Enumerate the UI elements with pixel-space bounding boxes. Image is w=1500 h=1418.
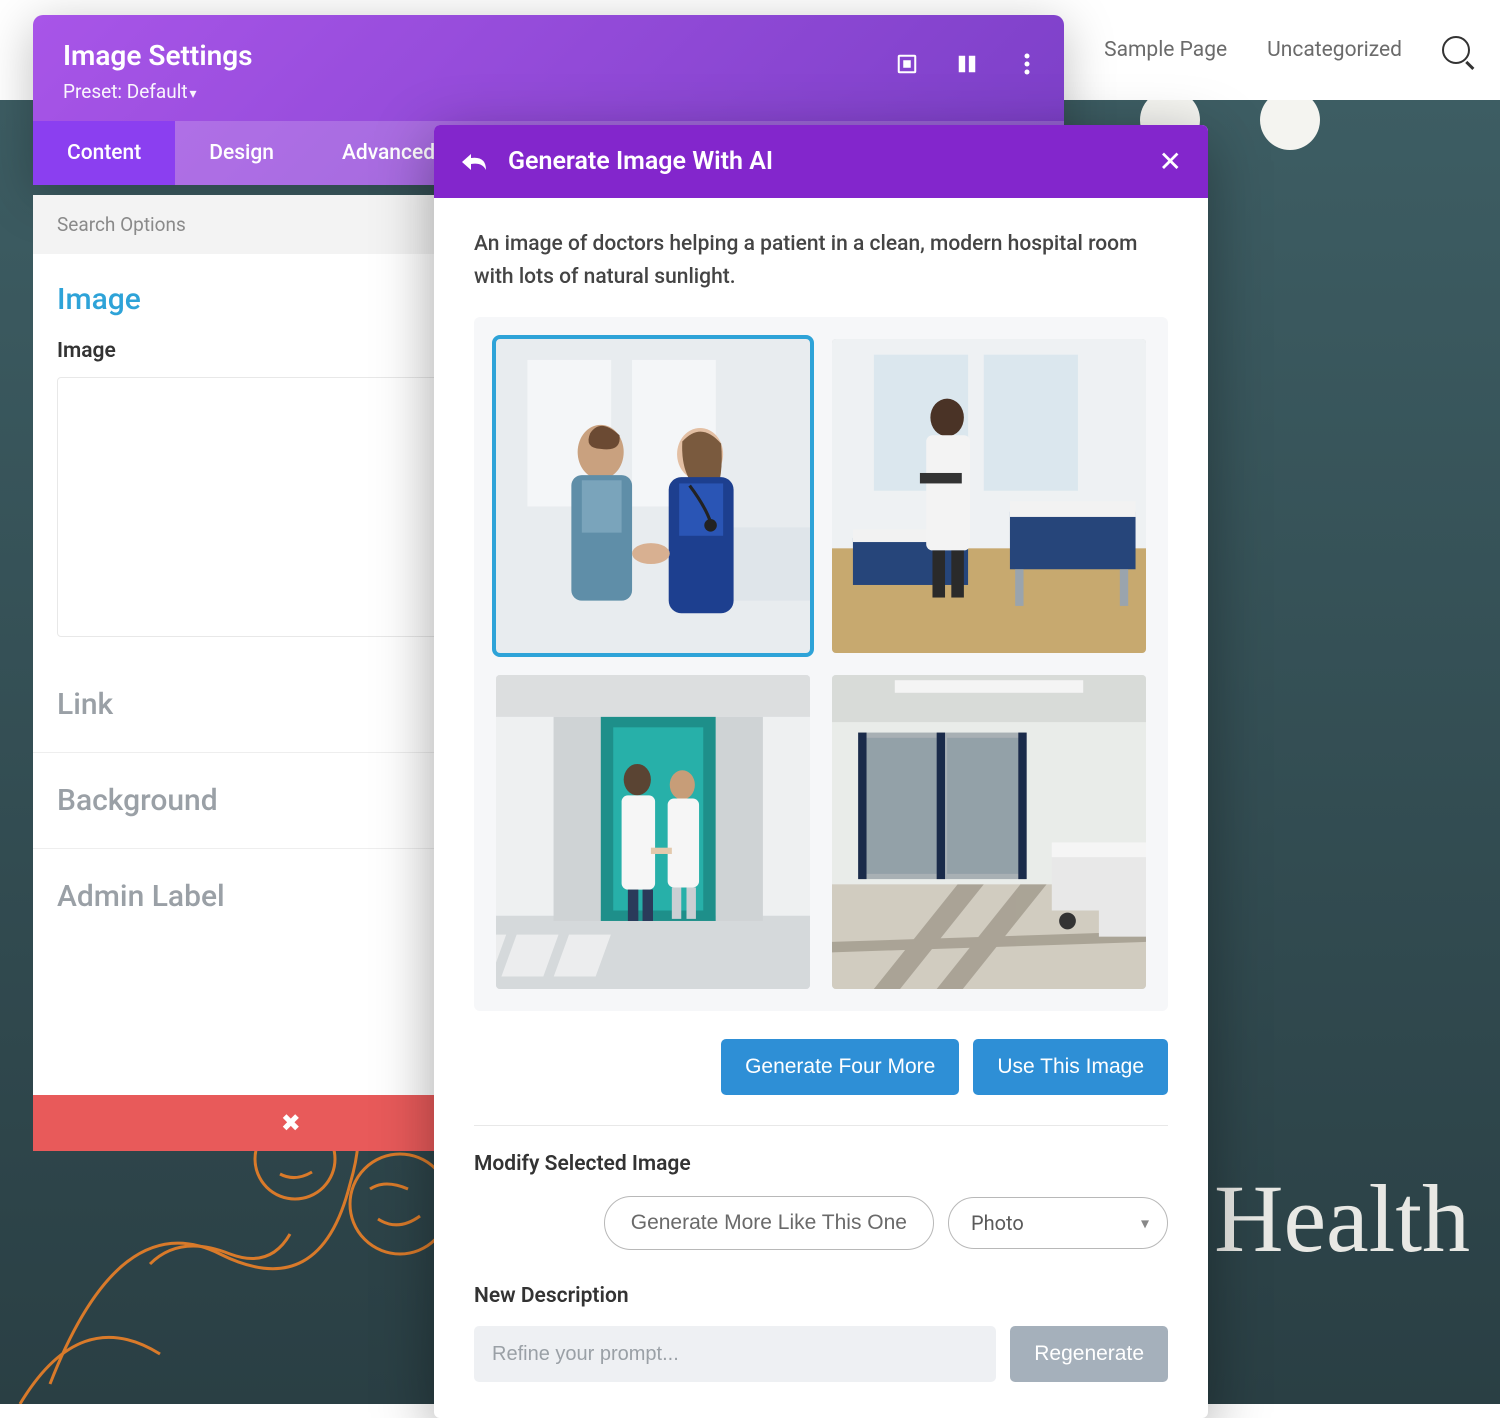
generated-image-2[interactable] xyxy=(832,339,1146,653)
ai-modal-header: Generate Image With AI ✕ xyxy=(434,125,1208,198)
generate-four-more-button[interactable]: Generate Four More xyxy=(721,1039,959,1095)
close-icon[interactable]: ✕ xyxy=(1159,148,1182,176)
more-menu-icon[interactable] xyxy=(1014,51,1040,77)
tab-design[interactable]: Design xyxy=(175,121,308,185)
generate-more-like-this-button[interactable]: Generate More Like This One xyxy=(604,1196,934,1250)
hero-title: i Health xyxy=(1163,1163,1470,1274)
generated-image-4[interactable] xyxy=(832,675,1146,989)
panel-layout-icon[interactable] xyxy=(954,51,980,77)
new-description-label: New Description xyxy=(474,1284,1168,1308)
regenerate-button[interactable]: Regenerate xyxy=(1010,1326,1168,1382)
generated-image-3[interactable] xyxy=(496,675,810,989)
fullscreen-icon[interactable] xyxy=(894,51,920,77)
refine-prompt-input[interactable] xyxy=(474,1326,996,1382)
new-description-row: Regenerate xyxy=(474,1326,1168,1382)
generated-images-grid xyxy=(474,317,1168,1011)
ai-modal-title: Generate Image With AI xyxy=(508,147,773,176)
generated-image-1[interactable] xyxy=(496,339,810,653)
modify-selected-heading: Modify Selected Image xyxy=(474,1152,1168,1176)
nav-item[interactable]: Uncategorized xyxy=(1267,38,1402,62)
preset-selector[interactable]: Preset: Default▾ xyxy=(63,80,1034,103)
close-icon: ✖ xyxy=(281,1109,301,1137)
generate-image-ai-modal: Generate Image With AI ✕ An image of doc… xyxy=(434,125,1208,1418)
modify-controls: Generate More Like This One Photo xyxy=(474,1196,1168,1250)
style-select[interactable]: Photo xyxy=(948,1197,1168,1249)
settings-title: Image Settings xyxy=(63,39,1034,72)
ai-modal-body: An image of doctors helping a patient in… xyxy=(434,198,1208,1418)
use-this-image-button[interactable]: Use This Image xyxy=(973,1039,1168,1095)
settings-header: Image Settings Preset: Default▾ xyxy=(33,15,1064,121)
nav-item[interactable]: Sample Page xyxy=(1104,38,1227,62)
search-icon[interactable] xyxy=(1442,36,1470,64)
ai-prompt-text: An image of doctors helping a patient in… xyxy=(474,228,1168,293)
divider xyxy=(474,1125,1168,1126)
tab-content[interactable]: Content xyxy=(33,121,175,185)
primary-actions: Generate Four More Use This Image xyxy=(474,1039,1168,1095)
back-icon[interactable] xyxy=(460,150,488,174)
